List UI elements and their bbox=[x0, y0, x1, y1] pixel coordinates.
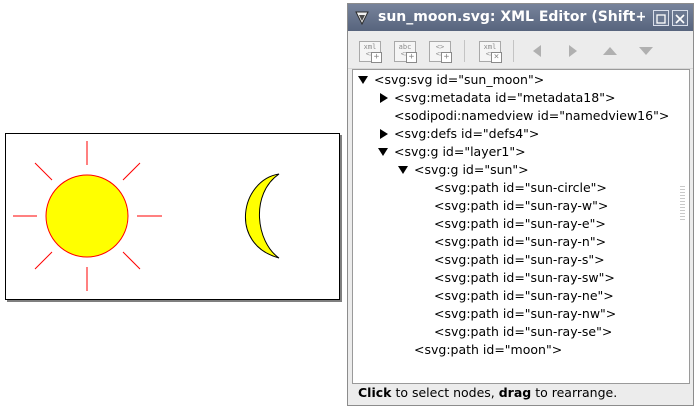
window-title: sun_moon.svg: XML Editor (Shift+Ctrl+X) bbox=[378, 9, 645, 25]
xml-toolbar: xml <> + abc <> + <> <> + xml <> × bbox=[348, 32, 693, 69]
expander-open-icon[interactable] bbox=[398, 166, 408, 174]
sun-ray-se[interactable] bbox=[122, 251, 141, 270]
tree-node-label: <svg:svg id="sun_moon"> bbox=[374, 72, 545, 87]
tree-node-label: <svg:path id="sun-ray-se"> bbox=[434, 324, 613, 339]
arrow-up-icon bbox=[603, 47, 617, 55]
tree-node[interactable]: <svg:path id="sun-ray-w"> bbox=[353, 197, 689, 215]
duplicate-node-icon: <> <> + bbox=[429, 40, 452, 63]
new-element-node-icon: xml <> + bbox=[359, 40, 382, 63]
moon[interactable] bbox=[244, 173, 280, 259]
tree-node[interactable]: <svg:defs id="defs4"> bbox=[353, 125, 689, 143]
new-element-node-button[interactable]: xml <> + bbox=[357, 39, 383, 63]
arrow-left-icon bbox=[533, 45, 541, 57]
tree-node-label: <svg:path id="sun-ray-ne"> bbox=[434, 288, 614, 303]
delete-node-button[interactable]: xml <> × bbox=[477, 39, 503, 63]
unindent-node-button[interactable] bbox=[524, 39, 550, 63]
drawing-svg[interactable] bbox=[6, 134, 339, 299]
sun-ray-sw[interactable] bbox=[34, 251, 53, 270]
tree-node[interactable]: <svg:svg id="sun_moon"> bbox=[353, 71, 689, 89]
tree-node[interactable]: <svg:path id="sun-ray-ne"> bbox=[353, 287, 689, 305]
status-text-middle: to select nodes, bbox=[391, 385, 499, 400]
xml-editor-window: sun_moon.svg: XML Editor (Shift+Ctrl+X) … bbox=[347, 3, 694, 406]
tree-node[interactable]: <svg:path id="moon"> bbox=[353, 341, 689, 359]
tree-node-label: <svg:path id="sun-ray-e"> bbox=[434, 216, 606, 231]
raise-node-button[interactable] bbox=[597, 39, 623, 63]
tree-node[interactable]: <svg:path id="sun-ray-n"> bbox=[353, 233, 689, 251]
toolbar-separator bbox=[513, 40, 514, 62]
close-icon bbox=[675, 14, 685, 24]
tree-node-label: <svg:path id="sun-ray-nw"> bbox=[434, 306, 617, 321]
tree-node[interactable]: <svg:path id="sun-ray-sw"> bbox=[353, 269, 689, 287]
tree-node[interactable]: <svg:g id="layer1"> bbox=[353, 143, 689, 161]
indent-node-button[interactable] bbox=[560, 39, 586, 63]
sun-ray-ne[interactable] bbox=[122, 162, 141, 181]
tree-node-label: <svg:g id="sun"> bbox=[414, 162, 529, 177]
sun-ray-nw[interactable] bbox=[34, 162, 53, 181]
tree-node-label: <svg:path id="sun-ray-s"> bbox=[434, 252, 605, 267]
tree-node[interactable]: <svg:path id="sun-circle"> bbox=[353, 179, 689, 197]
new-text-node-button[interactable]: abc <> + bbox=[392, 39, 418, 63]
tree-node[interactable]: <svg:g id="sun"> bbox=[353, 161, 689, 179]
tree-node-label: <svg:g id="layer1"> bbox=[394, 144, 526, 159]
expander-open-icon[interactable] bbox=[358, 76, 368, 84]
tree-node-label: <svg:path id="sun-ray-w"> bbox=[434, 198, 609, 213]
tree-node-label: <svg:metadata id="metadata18"> bbox=[394, 90, 616, 105]
status-text-end: to rearrange. bbox=[531, 385, 618, 400]
new-text-node-icon: abc <> + bbox=[394, 40, 417, 63]
duplicate-node-button[interactable]: <> <> + bbox=[427, 39, 453, 63]
maximize-button[interactable] bbox=[653, 10, 669, 26]
pane-resize-grip[interactable] bbox=[680, 186, 685, 222]
drawing-canvas[interactable] bbox=[5, 133, 340, 300]
tree-node[interactable]: <sodipodi:namedview id="namedview16"> bbox=[353, 107, 689, 125]
xml-node-tree[interactable]: <svg:svg id="sun_moon"> <svg:metadata id… bbox=[352, 69, 690, 384]
close-button[interactable] bbox=[672, 10, 688, 26]
expander-open-icon[interactable] bbox=[378, 148, 388, 156]
sun[interactable] bbox=[13, 141, 162, 291]
tree-node[interactable]: <svg:metadata id="metadata18"> bbox=[353, 89, 689, 107]
maximize-icon bbox=[656, 14, 666, 24]
tree-node-label: <svg:path id="sun-circle"> bbox=[434, 180, 607, 195]
tree-node[interactable]: <svg:path id="sun-ray-se"> bbox=[353, 323, 689, 341]
tree-node-label: <svg:defs id="defs4"> bbox=[394, 126, 540, 141]
inkscape-app-icon bbox=[355, 11, 369, 26]
status-bar: Click to select nodes, drag to rearrange… bbox=[358, 383, 689, 403]
tree-node[interactable]: <svg:path id="sun-ray-s"> bbox=[353, 251, 689, 269]
expander-closed-icon[interactable] bbox=[380, 129, 388, 139]
tree-node-label: <svg:path id="sun-ray-n"> bbox=[434, 234, 607, 249]
sun-circle[interactable] bbox=[45, 174, 129, 258]
tree-node-label: <svg:path id="sun-ray-sw"> bbox=[434, 270, 615, 285]
delete-node-icon: xml <> × bbox=[479, 40, 502, 63]
arrow-right-icon bbox=[569, 45, 577, 57]
status-click-word: Click bbox=[358, 385, 392, 400]
tree-node-label: <svg:path id="moon"> bbox=[414, 342, 563, 357]
title-bar[interactable]: sun_moon.svg: XML Editor (Shift+Ctrl+X) bbox=[348, 4, 693, 31]
tree-node[interactable]: <svg:path id="sun-ray-nw"> bbox=[353, 305, 689, 323]
tree-node-label: <sodipodi:namedview id="namedview16"> bbox=[394, 108, 670, 123]
status-drag-word: drag bbox=[498, 385, 532, 400]
arrow-down-icon bbox=[639, 47, 653, 55]
expander-closed-icon[interactable] bbox=[380, 93, 388, 103]
tree-node[interactable]: <svg:path id="sun-ray-e"> bbox=[353, 215, 689, 233]
toolbar-separator bbox=[464, 40, 465, 62]
lower-node-button[interactable] bbox=[633, 39, 659, 63]
